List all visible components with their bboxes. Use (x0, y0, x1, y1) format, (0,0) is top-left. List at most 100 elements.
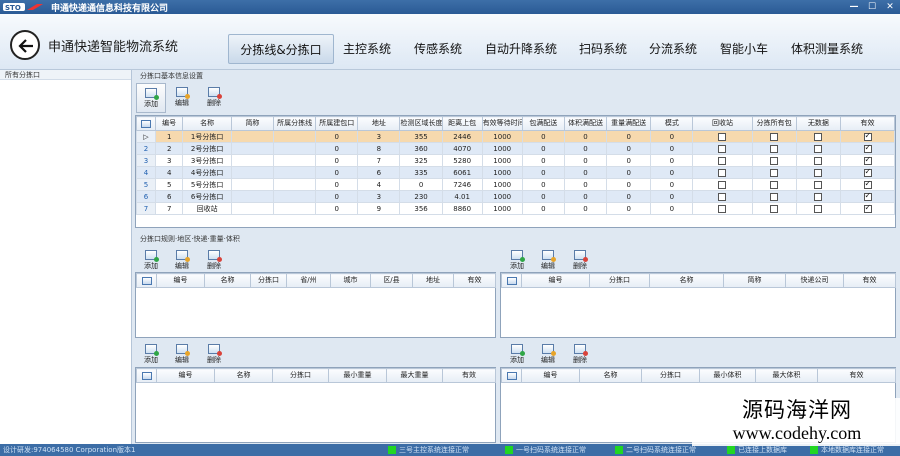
table-cell[interactable] (273, 202, 317, 215)
column-header[interactable]: 名称 (579, 368, 642, 383)
table-cell[interactable]: 6 (154, 190, 184, 203)
table-cell[interactable]: 0 (315, 154, 359, 167)
maximize-icon[interactable]: ☐ (865, 1, 879, 13)
table-cell[interactable]: 0 (606, 130, 652, 143)
table-cell[interactable]: 0 (521, 154, 565, 167)
checkbox[interactable] (863, 204, 872, 213)
column-header[interactable]: 有效 (442, 368, 496, 383)
column-header[interactable]: 包满配送 (521, 116, 565, 131)
column-header[interactable]: 省/州 (286, 273, 331, 288)
table-cell[interactable]: 6061 (441, 166, 483, 179)
checkbox[interactable] (770, 204, 779, 213)
checkbox[interactable] (863, 144, 872, 153)
checkbox[interactable] (718, 192, 727, 201)
row-header[interactable]: 5 (136, 178, 156, 191)
checkbox[interactable] (718, 180, 727, 189)
table-cell[interactable]: 0 (606, 166, 652, 179)
checkbox[interactable] (814, 180, 823, 189)
checkbox[interactable] (770, 144, 779, 153)
table-cell[interactable]: 0 (650, 178, 694, 191)
minimize-icon[interactable]: — (847, 1, 861, 13)
table-cell[interactable]: 325 (399, 154, 443, 167)
table-row[interactable]: ▷ 1 1号分拣口 0 3 355 2446 1000 0 0 0 0 (136, 130, 895, 143)
column-header[interactable]: 检测区域长度 (399, 116, 443, 131)
table-cell[interactable]: 0 (650, 166, 694, 179)
table-cell[interactable]: 2446 (441, 130, 483, 143)
back-button[interactable] (10, 30, 40, 60)
table-cell[interactable]: 7 (154, 202, 184, 215)
table-cell[interactable]: 1000 (481, 130, 523, 143)
table-cell[interactable]: 1000 (481, 202, 523, 215)
table-cell[interactable]: 0 (315, 130, 359, 143)
table-cell[interactable]: 1号分拣口 (182, 130, 232, 143)
column-header[interactable]: 所属分拣线 (273, 116, 317, 131)
table-corner[interactable] (136, 273, 157, 288)
table-cell[interactable]: 0 (650, 190, 694, 203)
checkbox[interactable] (863, 132, 872, 141)
row-header[interactable]: 6 (136, 190, 156, 203)
column-header[interactable]: 分拣口 (641, 368, 700, 383)
table-cell[interactable]: 0 (563, 166, 608, 179)
table-cell[interactable] (230, 190, 275, 203)
column-header[interactable]: 地址 (412, 273, 454, 288)
table-cell[interactable]: 1000 (481, 154, 523, 167)
column-header[interactable]: 区/县 (370, 273, 413, 288)
checkbox[interactable] (814, 192, 823, 201)
table-cell[interactable]: 1000 (481, 178, 523, 191)
column-header[interactable]: 编号 (154, 116, 184, 131)
column-header[interactable]: 距离上包 (441, 116, 483, 131)
table-cell[interactable]: 0 (606, 202, 652, 215)
table-corner[interactable] (501, 273, 522, 288)
table-cell[interactable] (230, 130, 275, 143)
column-header[interactable]: 名称 (182, 116, 232, 131)
nav-tab-sensor[interactable]: 传感系统 (407, 34, 469, 64)
column-header[interactable]: 最小体积 (699, 368, 756, 383)
close-icon[interactable]: ✕ (883, 1, 897, 13)
table-row[interactable]: 7 7 回收站 0 9 356 8860 1000 0 0 0 0 (136, 202, 895, 215)
table-row[interactable]: 3 3 3号分拣口 0 7 325 5280 1000 0 0 0 0 (136, 154, 895, 167)
table-cell[interactable]: 3 (154, 154, 184, 167)
checkbox[interactable] (718, 132, 727, 141)
checkbox[interactable] (718, 156, 727, 165)
nav-tab-sorting-line[interactable]: 分拣线&分拣口 (228, 34, 334, 64)
table-cell[interactable]: 6 (357, 166, 401, 179)
table-cell[interactable] (230, 202, 275, 215)
column-header[interactable]: 有效 (840, 116, 895, 131)
row-header[interactable]: 4 (136, 166, 156, 179)
checkbox[interactable] (863, 192, 872, 201)
table-cell[interactable]: 4.01 (441, 190, 483, 203)
checkbox[interactable] (770, 156, 779, 165)
table-cell[interactable]: 3 (357, 190, 401, 203)
column-header[interactable]: 分拣所有包 (751, 116, 797, 131)
table-cell[interactable]: 3 (357, 130, 401, 143)
table-cell[interactable] (273, 130, 317, 143)
weight-edit-button[interactable]: 编辑 (167, 340, 197, 370)
volume-edit-button[interactable]: 编辑 (533, 340, 563, 370)
table-cell[interactable]: 0 (650, 154, 694, 167)
table-cell[interactable] (230, 154, 275, 167)
table-cell[interactable]: 5号分拣口 (182, 178, 232, 191)
table-cell[interactable] (273, 142, 317, 155)
table-cell[interactable]: 6号分拣口 (182, 190, 232, 203)
table-cell[interactable]: 0 (521, 190, 565, 203)
row-header[interactable]: 3 (136, 154, 156, 167)
table-cell[interactable]: 0 (521, 142, 565, 155)
column-header[interactable]: 编号 (521, 273, 590, 288)
column-header[interactable]: 无数据 (795, 116, 842, 131)
table-cell[interactable]: 0 (563, 202, 608, 215)
checkbox[interactable] (863, 168, 872, 177)
column-header[interactable]: 编号 (156, 273, 205, 288)
table-cell[interactable]: 4 (154, 166, 184, 179)
table-cell[interactable] (273, 178, 317, 191)
column-header[interactable]: 地址 (357, 116, 401, 131)
column-header[interactable]: 回收站 (692, 116, 753, 131)
delete-button[interactable]: 删除 (199, 83, 229, 113)
weight-add-button[interactable]: 添加 (136, 340, 166, 370)
column-header[interactable]: 有效 (843, 273, 896, 288)
table-cell[interactable]: 0 (563, 142, 608, 155)
row-header[interactable]: ▷ (136, 130, 156, 143)
table-cell[interactable]: 0 (315, 178, 359, 191)
table-cell[interactable]: 356 (399, 202, 443, 215)
column-header[interactable]: 分拣口 (589, 273, 650, 288)
volume-delete-button[interactable]: 删除 (565, 340, 595, 370)
